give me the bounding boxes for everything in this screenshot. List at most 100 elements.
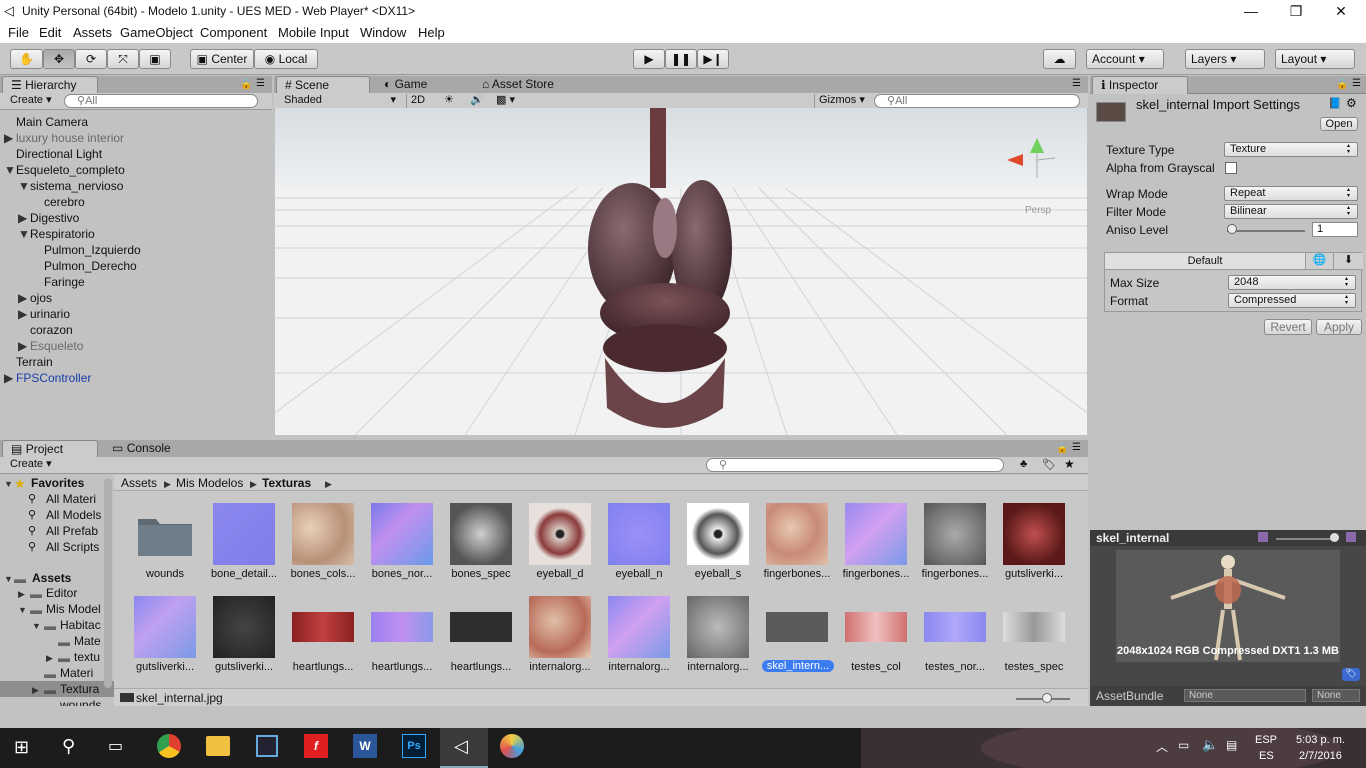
texture-type-dropdown[interactable]: Texture	[1224, 142, 1358, 157]
search-icon[interactable]: ⚲	[62, 736, 75, 757]
cloud-icon[interactable]: ☁	[1043, 49, 1076, 69]
asset-thumbnail[interactable]	[766, 503, 828, 565]
folder-item-selected[interactable]: Textura	[60, 682, 99, 696]
hierarchy-item[interactable]: Esqueleto_completo	[16, 162, 125, 178]
hierarchy-item[interactable]: Faringe	[44, 274, 85, 290]
gizmos-dropdown[interactable]: Gizmos ▾	[814, 94, 869, 108]
filter-type-icon[interactable]: ♣	[1020, 458, 1027, 470]
lock-icon[interactable]: 🔒	[1056, 443, 1068, 454]
expand-arrow-icon[interactable]: ▶	[32, 685, 39, 696]
account-dropdown[interactable]: Account ▾	[1086, 49, 1164, 69]
hierarchy-item[interactable]: FPSController	[16, 370, 91, 386]
scene-viewport[interactable]: Persp	[275, 108, 1087, 435]
favorite-item[interactable]: All Prefab	[46, 524, 98, 538]
network-icon[interactable]: ▭	[1178, 738, 1189, 752]
language-code[interactable]: ESP	[1255, 734, 1277, 746]
hierarchy-item[interactable]: urinario	[30, 306, 70, 322]
hand-tool-icon[interactable]: ✋	[10, 49, 43, 69]
photoshop-icon[interactable]: Ps	[402, 734, 426, 758]
asset-thumbnail[interactable]	[450, 503, 512, 565]
help-book-icon[interactable]: 📘	[1328, 97, 1342, 110]
favorites-label[interactable]: Favorites	[31, 476, 84, 490]
tab-asset-store[interactable]: ⌂ Asset Store	[474, 76, 574, 94]
aniso-slider-handle[interactable]	[1227, 224, 1237, 234]
tab-hierarchy[interactable]: ☰ Hierarchy	[2, 76, 98, 94]
tab-console[interactable]: ▭ Console	[104, 440, 194, 458]
project-create-button[interactable]: Create ▾	[6, 458, 56, 472]
hierarchy-item[interactable]: ojos	[30, 290, 52, 306]
play-icon[interactable]: ▶	[633, 49, 665, 69]
mip-slider-track[interactable]	[1276, 538, 1334, 540]
collapse-arrow-icon[interactable]: ▼	[18, 178, 30, 194]
menu-file[interactable]: File	[8, 25, 29, 40]
asset-thumbnail[interactable]	[845, 612, 907, 642]
folder-item[interactable]: Materi	[60, 666, 93, 680]
asset-thumbnail[interactable]	[529, 596, 591, 658]
open-button[interactable]: Open	[1320, 117, 1358, 131]
tab-default-platform[interactable]: Default	[1105, 253, 1305, 270]
collapse-arrow-icon[interactable]: ▼	[4, 574, 13, 584]
lock-icon[interactable]: 🔒	[1336, 79, 1348, 90]
expand-arrow-icon[interactable]: ▶	[18, 589, 25, 600]
hierarchy-search-input[interactable]: ⚲All	[64, 94, 258, 108]
panel-menu-icon[interactable]: ☰	[256, 78, 265, 89]
folder-item[interactable]: textu	[74, 650, 100, 664]
asset-thumbnail[interactable]	[687, 503, 749, 565]
asset-thumbnail[interactable]	[687, 596, 749, 658]
clock-time[interactable]: 5:03 p. m.	[1296, 734, 1345, 746]
filter-mode-dropdown[interactable]: Bilinear	[1224, 204, 1358, 219]
favorite-star-icon[interactable]: ★	[1064, 457, 1075, 471]
menu-assets[interactable]: Assets	[73, 25, 112, 40]
breadcrumb-item[interactable]: Assets	[121, 476, 157, 490]
expand-arrow-icon[interactable]: ▶	[18, 290, 27, 306]
windows-start-icon[interactable]: ⊞	[14, 737, 29, 758]
asset-thumbnail[interactable]	[371, 612, 433, 642]
flash-icon[interactable]: f	[304, 734, 328, 758]
assetbundle-name-dropdown[interactable]: None	[1184, 689, 1306, 702]
mode-2d-toggle[interactable]: 2D	[406, 94, 429, 108]
download-icon[interactable]: ⬇	[1333, 253, 1363, 270]
expand-arrow-icon[interactable]: ▶	[4, 370, 13, 386]
rect-tool-icon[interactable]: ▣	[139, 49, 171, 69]
hierarchy-item[interactable]: Terrain	[16, 354, 53, 370]
aniso-slider-track[interactable]	[1227, 230, 1305, 232]
menu-mobile-input[interactable]: Mobile Input	[278, 25, 349, 40]
alpha-channel-icon[interactable]	[1346, 532, 1356, 542]
menu-gameobject[interactable]: GameObject	[120, 25, 193, 40]
asset-thumbnail[interactable]	[1003, 503, 1065, 565]
project-search-input[interactable]: ⚲	[706, 458, 1004, 472]
folder-item[interactable]: Habitac	[60, 618, 101, 632]
collapse-arrow-icon[interactable]: ▼	[18, 605, 27, 615]
menu-edit[interactable]: Edit	[39, 25, 61, 40]
hierarchy-item[interactable]: corazon	[30, 322, 73, 338]
pause-icon[interactable]: ❚❚	[665, 49, 697, 69]
asset-thumbnail[interactable]	[371, 503, 433, 565]
hierarchy-item[interactable]: sistema_nervioso	[30, 178, 123, 194]
file-explorer-icon[interactable]	[206, 736, 230, 756]
shading-dropdown[interactable]: Shaded ▾	[280, 94, 398, 108]
panel-menu-icon[interactable]: ☰	[1072, 78, 1081, 89]
assetbundle-variant-dropdown[interactable]: None	[1312, 689, 1360, 702]
folder-item[interactable]: Mate	[74, 634, 101, 648]
minimize-icon[interactable]: —	[1228, 0, 1274, 23]
favorite-item[interactable]: All Materi	[46, 492, 96, 506]
wrap-mode-dropdown[interactable]: Repeat	[1224, 186, 1358, 201]
hierarchy-item[interactable]: Main Camera	[16, 114, 88, 130]
favorite-item[interactable]: All Models	[46, 508, 101, 522]
asset-thumbnail[interactable]	[924, 503, 986, 565]
panel-menu-icon[interactable]: ☰	[1352, 78, 1361, 89]
unity-taskbar-active[interactable]: ◁	[440, 728, 488, 768]
pivot-local-button[interactable]: ◉ Local	[254, 49, 318, 69]
lighting-icon[interactable]: ☀	[440, 94, 458, 108]
move-tool-icon[interactable]: ✥	[43, 49, 75, 69]
asset-thumbnail[interactable]	[213, 596, 275, 658]
folder-item[interactable]: Mis Model	[46, 602, 101, 616]
asset-thumbnail[interactable]	[529, 503, 591, 565]
tree-scrollbar[interactable]	[104, 478, 112, 688]
chrome-icon[interactable]	[157, 734, 181, 758]
folder-item[interactable]: wounds	[60, 698, 101, 706]
hierarchy-item[interactable]: Pulmon_Derecho	[44, 258, 137, 274]
asset-thumbnail[interactable]	[924, 612, 986, 642]
assets-root[interactable]: Assets	[32, 571, 71, 585]
tag-icon[interactable]: 🏷	[1342, 668, 1360, 681]
